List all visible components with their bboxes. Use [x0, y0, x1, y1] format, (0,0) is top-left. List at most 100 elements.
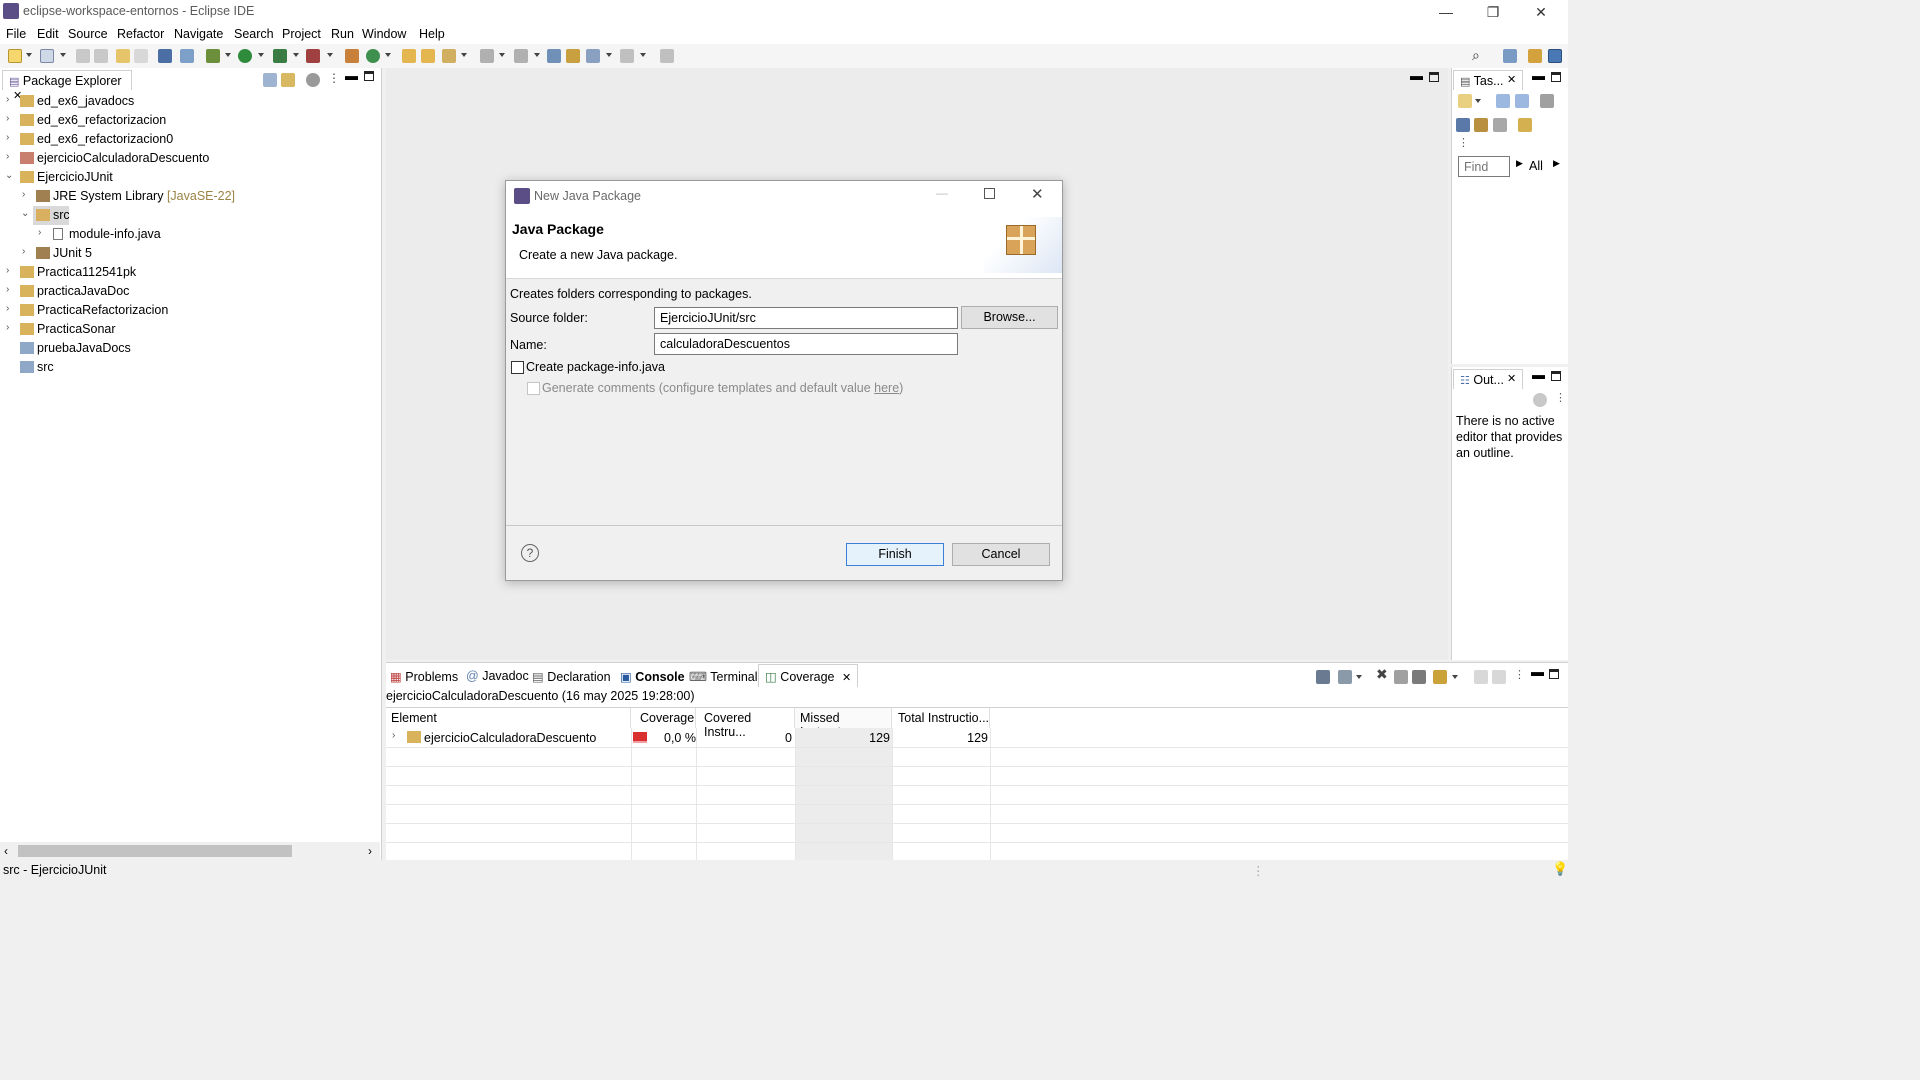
- open-type-icon[interactable]: [402, 49, 416, 63]
- column-header-total[interactable]: Total Instructio...: [892, 708, 990, 728]
- tree-item-project[interactable]: › PracticaSonar: [0, 320, 380, 339]
- session-dropdown-arrow-icon[interactable]: [1452, 675, 1458, 679]
- browse-button[interactable]: Browse...: [961, 306, 1058, 329]
- menu-file[interactable]: File: [6, 27, 26, 41]
- tree-item-file[interactable]: › module-info.java: [0, 225, 380, 244]
- minimize-view-icon[interactable]: ▬: [345, 68, 358, 83]
- redo-icon[interactable]: [134, 49, 148, 63]
- expand-chevron-icon[interactable]: ›: [6, 265, 16, 276]
- menu-navigate[interactable]: Navigate: [174, 27, 223, 41]
- view-menu-icon[interactable]: ⋮: [328, 71, 340, 85]
- tab-terminal[interactable]: ⌨ Terminal: [689, 669, 758, 684]
- tree-item-folder[interactable]: pruebaJavaDocs: [0, 339, 380, 358]
- maximize-view-icon[interactable]: [1551, 72, 1561, 82]
- scroll-right-icon[interactable]: ›: [368, 844, 372, 858]
- column-header-missed[interactable]: Missed Instruct...: [795, 708, 892, 739]
- horizontal-scrollbar[interactable]: ‹ ›: [0, 842, 380, 860]
- collapse-chevron-icon[interactable]: ⌄: [5, 170, 15, 181]
- view-menu-icon[interactable]: ⋮: [1555, 391, 1566, 404]
- tab-coverage[interactable]: ◫ Coverage ✕: [758, 664, 859, 687]
- maximize-view-icon[interactable]: [1551, 371, 1561, 381]
- create-package-info-checkbox[interactable]: [511, 361, 524, 374]
- hide-completed-icon[interactable]: [1540, 94, 1554, 108]
- expand-chevron-icon[interactable]: ›: [6, 113, 16, 124]
- minimize-view-icon[interactable]: ▬: [1532, 68, 1545, 83]
- skip-breakpoints-icon[interactable]: [180, 49, 194, 63]
- filter-icon[interactable]: [306, 73, 320, 87]
- tree-item-project[interactable]: › PracticaRefactorizacion: [0, 301, 380, 320]
- merge-sessions-icon[interactable]: [1412, 670, 1426, 684]
- minimize-button[interactable]: —: [1423, 0, 1469, 24]
- scroll-left-icon[interactable]: ‹: [4, 844, 8, 858]
- previous-annotation-dropdown-arrow-icon[interactable]: [534, 53, 540, 57]
- next-annotation-icon[interactable]: [480, 49, 494, 63]
- minimize-view-icon[interactable]: ▬: [1531, 664, 1544, 679]
- tab-problems[interactable]: ▦ Problems: [390, 669, 458, 684]
- categorized-icon[interactable]: [1496, 94, 1510, 108]
- menu-run[interactable]: Run: [331, 27, 354, 41]
- collapse-all-icon[interactable]: [263, 73, 277, 87]
- maximize-view-icon[interactable]: [1549, 669, 1559, 679]
- tree-item-folder[interactable]: src: [0, 358, 380, 377]
- expand-chevron-icon[interactable]: ›: [38, 227, 48, 238]
- new-task-icon[interactable]: [1458, 94, 1472, 108]
- menu-refactor[interactable]: Refactor: [117, 27, 164, 41]
- dump-dropdown-arrow-icon[interactable]: [1356, 675, 1362, 679]
- dialog-close-button[interactable]: ✕: [1031, 185, 1044, 203]
- forward-edit-icon[interactable]: [566, 49, 580, 63]
- new-dropdown-arrow-icon[interactable]: [26, 53, 32, 57]
- pin-editor-icon[interactable]: [660, 49, 674, 63]
- synchronize-icon[interactable]: [1518, 118, 1532, 132]
- run-icon[interactable]: [238, 49, 252, 63]
- expand-chevron-icon[interactable]: ›: [22, 189, 32, 200]
- menu-edit[interactable]: Edit: [37, 27, 59, 41]
- focus-icon[interactable]: [1456, 118, 1470, 132]
- coverage-dropdown-arrow-icon[interactable]: [293, 53, 299, 57]
- next-annotation-dropdown-arrow-icon[interactable]: [499, 53, 505, 57]
- scrollbar-thumb[interactable]: [18, 845, 292, 857]
- new-java-project-icon[interactable]: [345, 49, 359, 63]
- tab-declaration[interactable]: ▤ Declaration: [532, 669, 611, 684]
- tree-item-project[interactable]: › ed_ex6_refactorizacion: [0, 111, 380, 130]
- search-icon[interactable]: ⌕: [1472, 47, 1480, 64]
- menu-window[interactable]: Window: [362, 27, 406, 41]
- tree-item-library[interactable]: › JUnit 5: [0, 244, 380, 263]
- tree-item-project[interactable]: › practicaJavaDoc: [0, 282, 380, 301]
- tree-item-project[interactable]: › ejercicioCalculadoraDescuento: [0, 149, 380, 168]
- dialog-minimize-button[interactable]: —: [936, 186, 948, 200]
- debug-dropdown-arrow-icon[interactable]: [225, 53, 231, 57]
- tree-item-project[interactable]: › ed_ex6_refactorizacion0: [0, 130, 380, 149]
- dump-execution-data-icon[interactable]: [1338, 670, 1352, 684]
- menu-project[interactable]: Project: [282, 27, 321, 41]
- expand-chevron-icon[interactable]: ›: [6, 284, 16, 295]
- column-header-element[interactable]: Element: [386, 708, 631, 728]
- search-dropdown-arrow-icon[interactable]: [461, 53, 467, 57]
- open-dropdown-arrow-icon[interactable]: [60, 53, 66, 57]
- collapse-all-coverage-icon[interactable]: [1474, 670, 1488, 684]
- open-console-icon[interactable]: [158, 49, 172, 63]
- new-java-class-icon[interactable]: [366, 49, 380, 63]
- undo-icon[interactable]: [116, 49, 130, 63]
- column-header-covered[interactable]: Covered Instru...: [696, 708, 795, 739]
- java-ee-perspective-icon[interactable]: [1528, 49, 1542, 63]
- external-tools-icon[interactable]: [306, 49, 320, 63]
- cancel-button[interactable]: Cancel: [952, 543, 1050, 566]
- collapse-tasks-icon[interactable]: [1493, 118, 1507, 132]
- forward-icon[interactable]: [620, 49, 634, 63]
- close-icon[interactable]: ✕: [1507, 372, 1516, 385]
- expand-chevron-icon[interactable]: ›: [6, 94, 16, 105]
- expand-chevron-icon[interactable]: ›: [392, 730, 395, 741]
- previous-annotation-icon[interactable]: [514, 49, 528, 63]
- run-dropdown-arrow-icon[interactable]: [258, 53, 264, 57]
- play-arrow-icon[interactable]: ▶: [1516, 158, 1523, 169]
- scheduled-icon[interactable]: [1515, 94, 1529, 108]
- save-all-icon[interactable]: [94, 49, 108, 63]
- filter-tasks-icon[interactable]: [1474, 118, 1488, 132]
- source-folder-input[interactable]: [654, 307, 958, 329]
- open-icon[interactable]: [40, 49, 54, 63]
- java-perspective-icon[interactable]: [1548, 49, 1562, 63]
- coverage-row[interactable]: › ejercicioCalculadoraDescuento 0,0 % 0 …: [386, 728, 990, 747]
- task-find-input[interactable]: [1458, 156, 1510, 177]
- maximize-editor-icon[interactable]: [1429, 72, 1439, 82]
- tree-item-project-expanded[interactable]: ⌄ EjercicioJUnit: [0, 168, 380, 187]
